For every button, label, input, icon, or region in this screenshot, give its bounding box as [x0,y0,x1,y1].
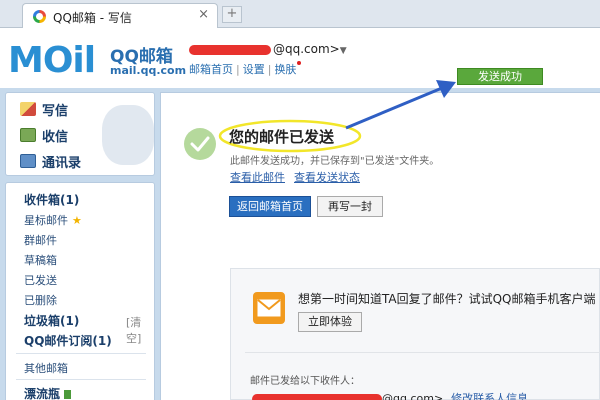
penguin-decoration-icon [102,105,154,165]
recipient-email: @qq.com> [382,392,444,400]
sidebar-item-receive[interactable]: 收信 [20,124,68,146]
redaction-mark [189,44,271,55]
promo-divider [245,352,600,353]
sidebar-actions: 写信 收信 通讯录 [5,92,155,176]
sidebar-item-label: 收信 [42,129,69,145]
mail-logo[interactable]: MOil [8,40,96,81]
user-account[interactable]: @qq.com>▼ [189,42,347,56]
view-mail-link[interactable]: 查看此邮件 [230,169,285,185]
sidebar-item-contacts[interactable]: 通讯录 [20,150,81,172]
back-to-home-button[interactable]: 返回邮箱首页 [229,196,311,217]
star-icon: ★ [72,214,82,227]
success-message: 此邮件发送成功，并已保存到"已发送"文件夹。 [230,156,440,167]
link-change-skin[interactable]: 换肤 [274,63,296,76]
folder-divider [16,379,146,380]
folder-inbox[interactable]: 收件箱(1) [24,191,79,208]
notification-dot-icon [297,61,302,65]
redaction-mark [252,394,382,400]
bottle-icon [64,390,72,399]
header-links: 邮箱首页 | 设置 | 换肤 [189,61,302,77]
folder-group-mail[interactable]: 群邮件 [24,232,57,248]
sidebar: 写信 收信 通讯录 收件箱(1) 星标邮件 ★ 群邮件 草稿箱 已发送 已删除 垃… [5,92,155,400]
folder-drafts[interactable]: 草稿箱 [24,252,57,268]
spam-clear-link[interactable]: [清空] [126,314,154,346]
try-now-button[interactable]: 立即体验 [298,312,362,332]
pen-paper-icon [20,102,36,116]
sidebar-item-label: 写信 [42,103,69,119]
tab-title: QQ邮箱 - 写信 [53,11,132,25]
folder-other-mailboxes[interactable]: 其他邮箱 [24,360,68,376]
link-mail-home[interactable]: 邮箱首页 [189,63,233,76]
inbox-download-icon [20,128,36,142]
promo-text: 想第一时间知道TA回复了邮件？试试QQ邮箱手机客户端 [298,292,596,306]
folder-list: 收件箱(1) 星标邮件 ★ 群邮件 草稿箱 已发送 已删除 垃圾箱(1) [清空]… [5,182,155,400]
folder-divider [16,353,146,354]
contacts-book-icon [20,154,36,168]
folder-starred[interactable]: 星标邮件 ★ [24,212,82,228]
write-another-button[interactable]: 再写一封 [317,196,383,217]
recipients-heading: 邮件已发给以下收件人： [250,376,360,387]
folder-spam[interactable]: 垃圾箱(1) [24,312,79,329]
link-separator: | [267,63,272,76]
tab-close-icon[interactable]: × [198,7,209,22]
folder-drift-bottle[interactable]: 漂流瓶 [24,385,72,400]
page-title: 您的邮件已发送 [229,128,335,146]
browser-tab[interactable]: QQ邮箱 - 写信 × [22,3,218,28]
sidebar-item-label: 通讯录 [42,155,82,171]
folder-sent[interactable]: 已发送 [24,272,57,288]
link-separator: | [236,63,240,76]
edit-contact-link[interactable]: 修改联系人信息 [451,392,528,400]
qq-mail-favicon-icon [33,10,46,23]
envelope-icon [253,292,285,324]
success-check-icon [184,128,216,160]
mail-logo-url: mail.qq.com [110,64,187,77]
sidebar-item-compose[interactable]: 写信 [20,98,68,120]
folder-deleted[interactable]: 已删除 [24,292,57,308]
folder-subscriptions[interactable]: QQ邮件订阅(1) [24,332,112,349]
link-settings[interactable]: 设置 [243,63,265,76]
view-status-link[interactable]: 查看发送状态 [294,169,360,185]
new-tab-button[interactable]: + [222,6,242,23]
folder-label: 漂流瓶 [24,387,61,400]
send-success-badge: 发送成功 [457,68,543,85]
account-menu-arrow-icon[interactable]: ▼ [340,46,347,56]
annotation-arrow [345,80,456,130]
recipient-row: @qq.com> 修改联系人信息 [252,390,528,400]
user-email: @qq.com> [273,42,340,56]
browser-tab-strip: QQ邮箱 - 写信 × + [0,0,600,28]
folder-label: 星标邮件 [24,214,68,227]
